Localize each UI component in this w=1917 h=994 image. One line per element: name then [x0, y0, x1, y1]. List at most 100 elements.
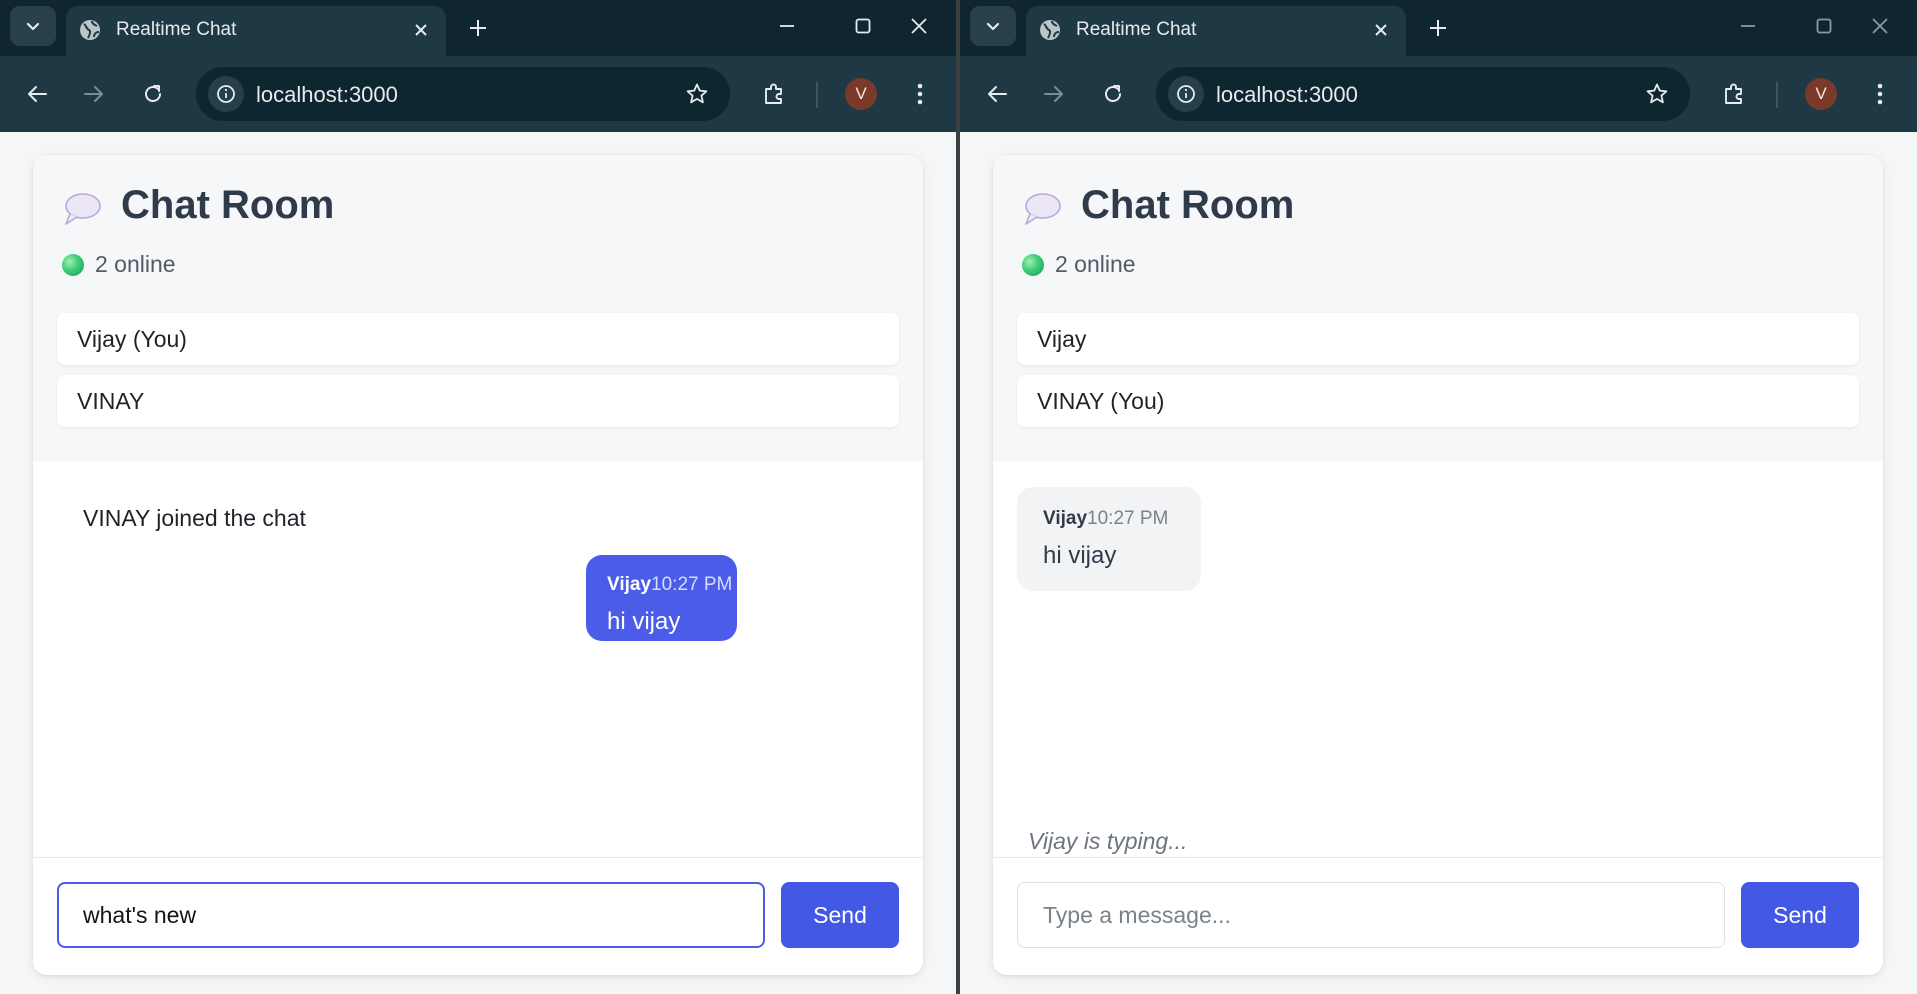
new-tab-button[interactable] [1418, 8, 1458, 48]
minimize-button[interactable] [1719, 2, 1777, 50]
speech-bubble-icon [65, 193, 101, 225]
screen: Realtime Chat localhost:3000 V Chat Room… [0, 0, 1917, 994]
toolbar-separator [816, 82, 818, 108]
bookmark-button[interactable] [1642, 79, 1672, 109]
reload-button[interactable] [1094, 75, 1132, 113]
puzzle-icon [1725, 83, 1742, 104]
arrow-left-icon [988, 86, 1007, 102]
maximize-icon [855, 18, 871, 34]
puzzle-icon [765, 83, 782, 104]
system-message: VINAY joined the chat [83, 505, 306, 531]
message-input[interactable] [1017, 882, 1725, 948]
minimize-button[interactable] [758, 2, 816, 50]
online-count: 2 online [1055, 251, 1136, 277]
tab-realtime-chat[interactable]: Realtime Chat [1026, 6, 1406, 56]
arrow-right-icon [1044, 86, 1063, 102]
user-name: VINAY [77, 388, 145, 414]
reload-button[interactable] [134, 75, 172, 113]
typing-indicator: Vijay is typing... [1028, 828, 1188, 854]
tab-close-button[interactable] [1366, 15, 1396, 45]
message-list: Vijay10:27 PM hi vijay Vijay is typing..… [993, 461, 1883, 857]
message-meta: Vijay10:27 PM [607, 574, 732, 596]
message-list: VINAY joined the chat Vijay10:27 PM hi v… [33, 461, 923, 857]
extensions-button[interactable] [1716, 76, 1752, 112]
extensions-button[interactable] [756, 76, 792, 112]
address-bar[interactable]: localhost:3000 [196, 67, 730, 121]
message-sender: Vijay [607, 574, 652, 595]
tab-strip: Realtime Chat [960, 0, 1917, 56]
reload-icon [145, 85, 161, 102]
chat-card: Chat Room 2 online Vijay VINAY (You) Vij… [993, 155, 1883, 975]
back-button[interactable] [978, 75, 1016, 113]
browser-toolbar: localhost:3000 V [0, 56, 956, 132]
user-list-item: VINAY [57, 375, 899, 427]
room-title: Chat Room [1081, 183, 1295, 227]
back-button[interactable] [18, 75, 56, 113]
more-vertical-icon [917, 83, 923, 105]
tab-title: Realtime Chat [116, 19, 237, 40]
maximize-button[interactable] [834, 2, 892, 50]
message-text: hi vijay [1043, 542, 1117, 569]
star-icon [686, 83, 708, 104]
address-bar[interactable]: localhost:3000 [1156, 67, 1690, 121]
message-time: 10:27 PM [651, 574, 733, 595]
maximize-button[interactable] [1795, 2, 1853, 50]
chat-card: Chat Room 2 online Vijay (You) VINAY VIN… [33, 155, 923, 975]
user-name: VINAY (You) [1037, 388, 1165, 414]
new-tab-button[interactable] [458, 8, 498, 48]
site-info-button[interactable] [1168, 76, 1204, 112]
profile-avatar[interactable]: V [845, 78, 877, 110]
bookmark-button[interactable] [682, 79, 712, 109]
message-composer: Send [993, 857, 1883, 975]
arrow-left-icon [28, 86, 47, 102]
close-icon [911, 18, 927, 34]
profile-avatar[interactable]: V [1805, 78, 1837, 110]
message-input[interactable] [57, 882, 765, 948]
forward-button[interactable] [75, 75, 113, 113]
reload-icon [1105, 85, 1121, 102]
tab-search-button[interactable] [10, 6, 56, 46]
chevron-down-icon [26, 22, 40, 31]
info-icon [217, 85, 235, 103]
site-info-button[interactable] [208, 76, 244, 112]
tab-close-button[interactable] [406, 15, 436, 45]
window-close-button[interactable] [890, 2, 948, 50]
send-button[interactable]: Send [1741, 882, 1859, 948]
toolbar-separator [1776, 82, 1778, 108]
browser-menu-button[interactable] [903, 76, 937, 112]
more-vertical-icon [1877, 83, 1883, 105]
chat-header: Chat Room 2 online Vijay VINAY (You) [993, 155, 1883, 461]
online-status-icon [62, 254, 84, 276]
tab-search-button[interactable] [970, 6, 1016, 46]
message-time: 10:27 PM [1087, 508, 1169, 529]
browser-window-vinay: Realtime Chat localhost:3000 V Chat Room… [960, 0, 1917, 994]
tab-strip: Realtime Chat [0, 0, 956, 56]
page-viewport: Chat Room 2 online Vijay (You) VINAY VIN… [0, 132, 956, 994]
tab-title: Realtime Chat [1076, 19, 1197, 40]
maximize-icon [1816, 18, 1832, 34]
forward-button[interactable] [1035, 75, 1073, 113]
close-icon [1375, 24, 1387, 36]
online-count: 2 online [95, 251, 176, 277]
close-icon [415, 24, 427, 36]
message-text: hi vijay [607, 608, 681, 635]
message-composer: Send [33, 857, 923, 975]
browser-window-vijay: Realtime Chat localhost:3000 V Chat Room… [0, 0, 956, 994]
chat-header: Chat Room 2 online Vijay (You) VINAY [33, 155, 923, 461]
info-icon [1177, 85, 1195, 103]
speech-bubble-icon [1025, 193, 1061, 225]
message-meta: Vijay10:27 PM [1043, 508, 1168, 530]
send-button[interactable]: Send [781, 882, 899, 948]
arrow-right-icon [84, 86, 103, 102]
user-list-item: Vijay [1017, 313, 1859, 365]
plus-icon [470, 20, 486, 36]
chevron-down-icon [986, 22, 1000, 31]
tab-realtime-chat[interactable]: Realtime Chat [66, 6, 446, 56]
minimize-icon [1741, 25, 1755, 27]
browser-menu-button[interactable] [1863, 76, 1897, 112]
message-sender: Vijay [1043, 508, 1088, 529]
user-list-item: Vijay (You) [57, 313, 899, 365]
url-text: localhost:3000 [256, 82, 398, 107]
window-close-button[interactable] [1851, 2, 1909, 50]
page-viewport: Chat Room 2 online Vijay VINAY (You) Vij… [960, 132, 1917, 994]
